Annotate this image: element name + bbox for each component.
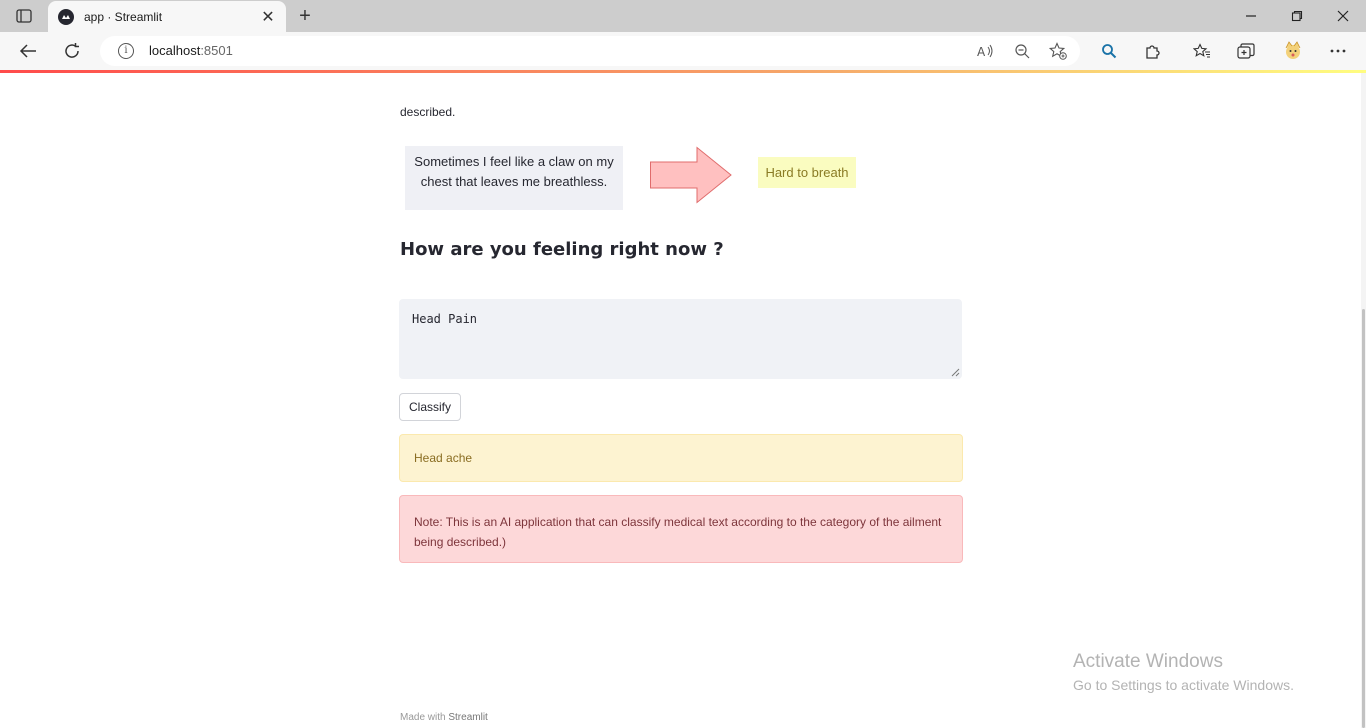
read-aloud-icon[interactable]: A (976, 41, 996, 61)
close-icon[interactable]: ✕ (260, 7, 276, 27)
tab-actions-icon[interactable] (10, 6, 38, 26)
example-output-label: Hard to breath (758, 157, 856, 188)
collections-icon[interactable] (1233, 39, 1259, 63)
tab-title: app · Streamlit (84, 9, 163, 24)
browser-toolbar: i localhost:8501 A (0, 32, 1366, 70)
footer: Made with Streamlit (400, 712, 488, 723)
footer-prefix: Made with (400, 712, 449, 723)
plus-icon[interactable]: + (292, 3, 318, 29)
scrollbar-thumb[interactable] (1362, 309, 1365, 728)
url-host: localhost (149, 43, 201, 58)
activate-windows-title: Activate Windows (1073, 651, 1223, 672)
note-text: Note: This is an AI application that can… (414, 515, 942, 549)
activate-windows-subtitle: Go to Settings to activate Windows. (1073, 677, 1294, 693)
url-port: :8501 (200, 43, 233, 58)
more-icon[interactable] (1325, 39, 1351, 63)
address-bar[interactable]: i localhost:8501 A (100, 36, 1080, 66)
profile-icon[interactable] (1280, 39, 1306, 63)
intro-text: described. (400, 105, 456, 119)
disclaimer-note: Note: This is an AI application that can… (399, 495, 963, 563)
footer-brand-link[interactable]: Streamlit (448, 712, 487, 723)
classify-button[interactable]: Classify (399, 393, 461, 421)
favorites-icon[interactable] (1189, 39, 1215, 63)
refresh-icon[interactable] (59, 39, 85, 63)
back-arrow-icon[interactable] (15, 39, 41, 63)
classification-result: Head ache (399, 434, 963, 482)
restore-icon[interactable] (1274, 0, 1320, 32)
window-close-icon[interactable] (1320, 0, 1366, 32)
app-main: described. Sometimes I feel like a claw … (0, 73, 1366, 728)
right-arrow-icon (650, 146, 732, 204)
resize-grip-icon[interactable] (950, 367, 960, 377)
extensions-icon[interactable] (1140, 39, 1166, 63)
favorite-add-icon[interactable] (1048, 41, 1068, 61)
page-heading: How are you feeling right now ? (400, 239, 724, 260)
search-icon[interactable] (1096, 39, 1122, 63)
example-input-image: Sometimes I feel like a claw on my chest… (405, 146, 623, 210)
info-icon[interactable]: i (118, 43, 134, 59)
browser-tab[interactable]: app · Streamlit ✕ (48, 1, 286, 32)
svg-text:A: A (977, 45, 986, 58)
result-text: Head ache (414, 451, 473, 465)
streamlit-favicon (58, 8, 74, 25)
browser-tab-strip: app · Streamlit ✕ + (0, 0, 1366, 32)
url-text[interactable]: localhost:8501 (149, 43, 233, 58)
zoom-out-icon[interactable] (1012, 41, 1032, 61)
minimize-icon[interactable] (1228, 0, 1274, 32)
symptom-input[interactable]: Head Pain (399, 299, 962, 379)
